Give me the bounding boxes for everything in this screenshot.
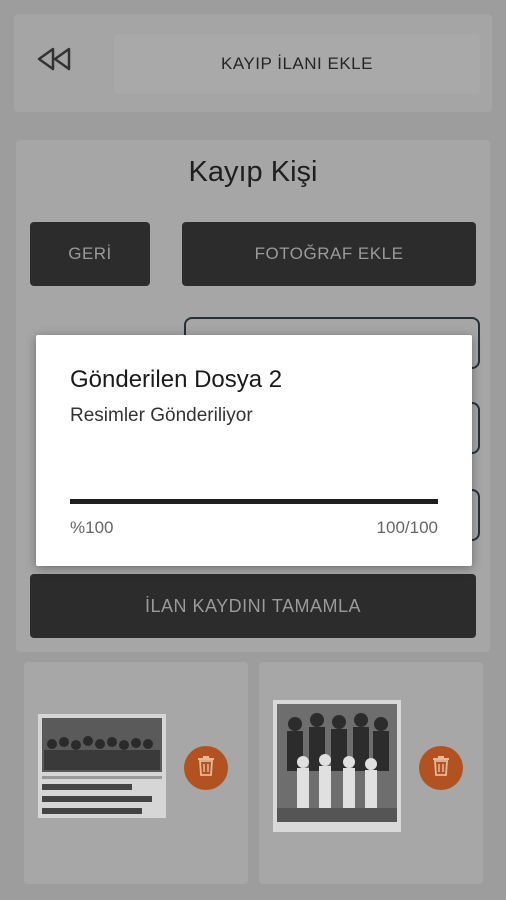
family-photo-thumbnail xyxy=(273,700,401,832)
trash-icon xyxy=(196,755,216,782)
complete-listing-button[interactable]: İLAN KAYDINI TAMAMLA xyxy=(30,574,476,638)
dialog-title: Gönderilen Dosya 2 xyxy=(70,366,283,393)
progress-bar xyxy=(70,499,438,504)
page-title: KAYIP İLANI EKLE xyxy=(114,34,480,94)
back-button[interactable] xyxy=(34,46,74,76)
progress-count: 100/100 xyxy=(376,518,438,537)
dialog-message: Resimler Gönderiliyor xyxy=(70,405,253,426)
trash-icon xyxy=(431,755,451,782)
image-card xyxy=(24,662,248,884)
upload-progress-dialog: Gönderilen Dosya 2 Resimler Gönderiliyor… xyxy=(36,335,472,566)
progress-bar-fill xyxy=(70,499,438,504)
delete-image-button[interactable] xyxy=(184,746,228,790)
panel-title: Kayıp Kişi xyxy=(188,156,318,188)
top-bar: KAYIP İLANI EKLE xyxy=(14,14,492,112)
screen: KAYIP İLANI EKLE Kayıp Kişi GERİ FOTOĞRA… xyxy=(0,0,506,900)
rewind-back-icon xyxy=(36,46,72,77)
delete-image-button[interactable] xyxy=(419,746,463,790)
add-photo-button[interactable]: FOTOĞRAF EKLE xyxy=(182,222,476,286)
progress-percent: %100 xyxy=(70,518,114,537)
newspaper-photo-thumbnail xyxy=(38,714,166,818)
back-text-button[interactable]: GERİ xyxy=(30,222,150,286)
image-card xyxy=(259,662,483,884)
